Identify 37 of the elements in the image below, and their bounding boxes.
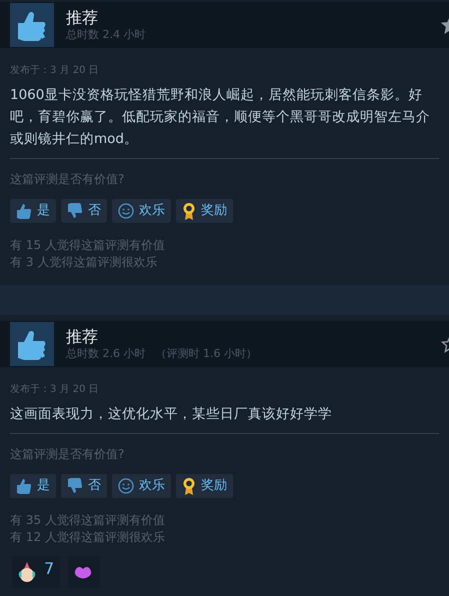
- award-button[interactable]: 奖励: [176, 199, 233, 223]
- vote-count-text: 有 35 人觉得这篇评测有价值: [10, 512, 166, 529]
- smiley-icon: [118, 203, 134, 219]
- blob-icon: [74, 565, 92, 579]
- award-icon: [182, 477, 196, 495]
- playtime-text: 总时数 2.6 小时: [66, 347, 146, 361]
- thumbs-up-icon: [10, 3, 54, 47]
- thumbs-up-icon: [16, 478, 32, 494]
- vote-button[interactable]: 否: [61, 199, 107, 223]
- vote-button[interactable]: 欢乐: [112, 199, 171, 223]
- verdict-title: 推荐: [66, 8, 99, 28]
- verdict-title: 推荐: [66, 327, 99, 347]
- vote-count-text: 有 15 人觉得这篇评测有价值: [10, 237, 166, 254]
- award-button[interactable]: 奖励: [176, 474, 233, 498]
- review-text: 这画面表现力，这优化水平，某些日厂真该好好学学: [10, 405, 333, 424]
- thumbs-up-icon: [16, 203, 32, 219]
- vote-button[interactable]: 是: [10, 474, 56, 498]
- helpful-question: 这篇评测是否有价值?: [10, 171, 126, 187]
- review-text: 1060显卡没资格玩怪猎荒野和浪人崛起，居然能玩刺客信条影。好吧，育碧你赢了。低配玩家的福音，顺便等个黑哥哥改成明智左马介或则镜井仁的mod。: [10, 86, 431, 149]
- reaction-button[interactable]: 7: [12, 556, 60, 588]
- party-hat-icon: [18, 562, 36, 582]
- thumbs-down-icon: [67, 478, 83, 494]
- vote-count-text: 有 3 人觉得这篇评测很欢乐: [10, 254, 158, 271]
- vote-button[interactable]: 是: [10, 199, 56, 223]
- vote-button[interactable]: 欢乐: [112, 474, 171, 498]
- vote-button[interactable]: 否: [61, 474, 107, 498]
- vote-count-text: 有 12 人觉得这篇评测很欢乐: [10, 529, 166, 546]
- thumbs-up-icon: [10, 322, 54, 366]
- posted-date: 发布于：3 月 20 日: [10, 64, 100, 78]
- reaction-button[interactable]: [68, 556, 100, 588]
- smiley-icon: [118, 478, 134, 494]
- review-playtime-text: （评测时 1.6 小时）: [156, 347, 257, 361]
- helpful-question: 这篇评测是否有价值?: [10, 446, 126, 462]
- thumbs-down-icon: [67, 203, 83, 219]
- posted-date: 发布于：3 月 20 日: [10, 383, 100, 397]
- award-icon: [182, 202, 196, 220]
- playtime-text: 总时数 2.4 小时: [66, 28, 146, 42]
